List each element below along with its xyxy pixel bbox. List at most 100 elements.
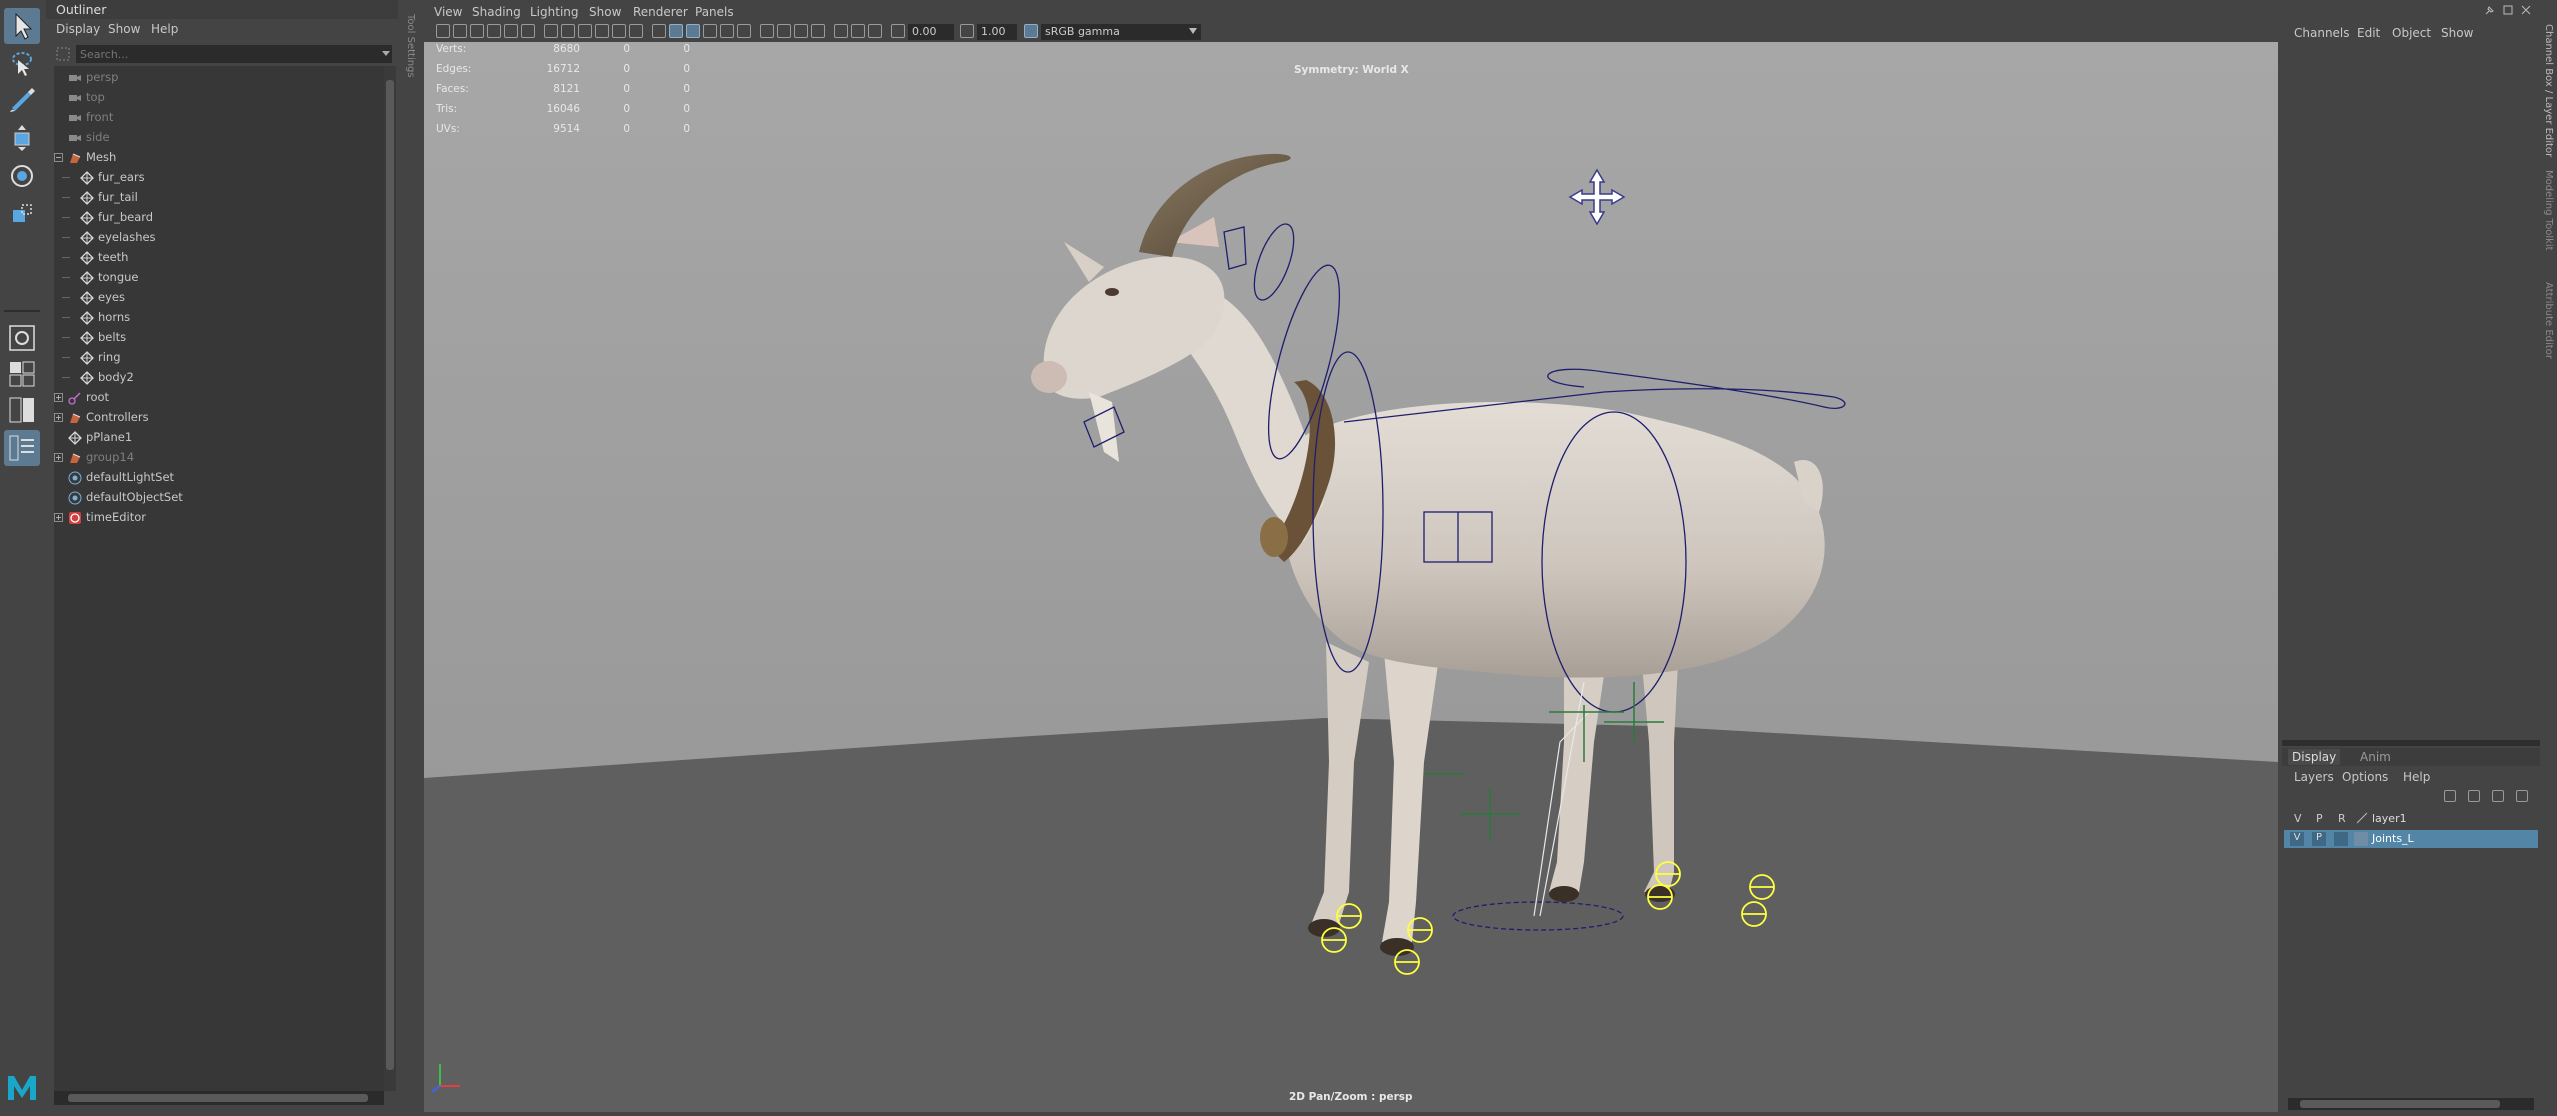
grid-icon[interactable] [544, 24, 558, 38]
expand-plus-icon[interactable] [54, 413, 63, 422]
quick-layout-icon[interactable] [4, 356, 40, 392]
grease-pencil-icon[interactable] [521, 24, 535, 38]
outliner-menu-show[interactable]: Show [108, 22, 140, 36]
expand-plus-icon[interactable] [54, 513, 63, 522]
viewport-menu-shading[interactable]: Shading [472, 5, 521, 19]
outliner-menu-help[interactable]: Help [151, 22, 178, 36]
outliner-item-body2[interactable]: body2 [54, 368, 384, 388]
layer-reference-toggle[interactable] [2334, 832, 2348, 846]
outliner-item-controllers[interactable]: Controllers [54, 408, 384, 428]
select-camera-icon[interactable] [436, 24, 450, 38]
layer-row-selected[interactable]: V P Joints_L [2284, 830, 2538, 848]
outliner-layout-icon[interactable] [4, 430, 40, 466]
select-tool-icon[interactable] [4, 8, 40, 44]
tool-settings-label[interactable]: Tool Settings [405, 14, 416, 78]
collapse-minus-icon[interactable] [54, 153, 63, 162]
tab-anim[interactable]: Anim [2356, 749, 2395, 765]
tool-settings-strip[interactable]: Tool Settings [400, 0, 422, 1116]
outliner-tree[interactable]: persp top front side Mesh fur_ears fur_tail fur… [54, 66, 384, 1091]
viewport-menu-lighting[interactable]: Lighting [530, 5, 579, 19]
depth-of-field-icon[interactable] [811, 24, 825, 38]
xray-icon[interactable] [851, 24, 865, 38]
new-layer-from-selection-icon[interactable] [2516, 790, 2528, 802]
layer-color-swatch[interactable] [2354, 832, 2368, 846]
film-gate-icon[interactable] [561, 24, 575, 38]
outliner-item-timeeditor[interactable]: timeEditor [54, 508, 384, 528]
tab-modeling-toolkit[interactable]: Modeling Toolkit [2543, 170, 2554, 251]
image-plane-icon[interactable] [487, 24, 501, 38]
viewport-menu-view[interactable]: View [434, 5, 462, 19]
channel-menu-show[interactable]: Show [2441, 26, 2473, 40]
outliner-item-fur_tail[interactable]: fur_tail [54, 188, 384, 208]
move-tool-icon[interactable] [4, 120, 40, 156]
layer-menu-options[interactable]: Options [2342, 770, 2388, 784]
outliner-item-fur_ears[interactable]: fur_ears [54, 168, 384, 188]
two-pane-layout-icon[interactable] [4, 392, 40, 428]
outliner-item-side[interactable]: side [54, 128, 384, 148]
layer-name[interactable]: layer1 [2372, 812, 2407, 825]
move-layer-up-icon[interactable] [2444, 790, 2456, 802]
scrollbar-thumb[interactable] [2300, 1100, 2500, 1108]
channel-menu-object[interactable]: Object [2392, 26, 2431, 40]
outliner-item-teeth[interactable]: teeth [54, 248, 384, 268]
outliner-item-persp[interactable]: persp [54, 68, 384, 88]
close-icon[interactable] [2520, 4, 2532, 16]
float-icon[interactable] [2502, 4, 2514, 16]
3d-viewport[interactable]: Verts: 8680 0 0 Edges: 16712 0 0 Faces: 8121 0 0 Tri… [424, 42, 2278, 1112]
wireframe-on-shaded-icon[interactable] [686, 24, 700, 38]
tab-attribute-editor[interactable]: Attribute Editor [2543, 282, 2554, 359]
outliner-item-fur_beard[interactable]: fur_beard [54, 208, 384, 228]
outliner-item-eyes[interactable]: eyes [54, 288, 384, 308]
gamma-field[interactable]: 1.00 [977, 24, 1017, 40]
outliner-horizontal-scrollbar[interactable] [54, 1091, 384, 1105]
layer-visibility-toggle[interactable]: V [2290, 832, 2304, 846]
viewport-menu-renderer[interactable]: Renderer [633, 5, 688, 19]
outliner-menu-display[interactable]: Display [56, 22, 100, 36]
wireframe-icon[interactable] [652, 24, 666, 38]
layer-horizontal-scrollbar[interactable] [2288, 1098, 2534, 1110]
resolution-gate-icon[interactable] [578, 24, 592, 38]
outliner-item-ring[interactable]: ring [54, 348, 384, 368]
channel-box[interactable] [2282, 22, 2540, 740]
viewport-menu-show[interactable]: Show [589, 5, 621, 19]
move-layer-down-icon[interactable] [2468, 790, 2480, 802]
outliner-item-defaultlightset[interactable]: defaultLightSet [54, 468, 384, 488]
outliner-item-defaultobjectset[interactable]: defaultObjectSet [54, 488, 384, 508]
scrollbar-thumb[interactable] [68, 1094, 368, 1102]
outliner-item-tongue[interactable]: tongue [54, 268, 384, 288]
layer-name[interactable]: Joints_L [2372, 832, 2414, 845]
anti-aliasing-icon[interactable] [794, 24, 808, 38]
field-chart-icon[interactable] [612, 24, 626, 38]
outliner-item-root[interactable]: root [54, 388, 384, 408]
paint-select-tool-icon[interactable] [4, 82, 40, 118]
tab-channel-box-layer-editor[interactable]: Channel Box / Layer Editor [2543, 24, 2554, 157]
tab-display[interactable]: Display [2288, 749, 2341, 765]
screen-space-ao-icon[interactable] [760, 24, 774, 38]
use-all-lights-icon[interactable] [720, 24, 734, 38]
smooth-shade-icon[interactable] [669, 24, 683, 38]
outliner-search-input[interactable] [76, 45, 392, 63]
outliner-vertical-scrollbar[interactable] [384, 66, 396, 1091]
xray-joints-icon[interactable] [868, 24, 882, 38]
outliner-item-front[interactable]: front [54, 108, 384, 128]
scrollbar-thumb[interactable] [386, 80, 394, 1070]
rotate-tool-icon[interactable] [4, 158, 40, 194]
2d-pan-zoom-icon[interactable] [504, 24, 518, 38]
isolate-select-icon[interactable] [834, 24, 848, 38]
viewport-menu-panels[interactable]: Panels [695, 5, 734, 19]
search-options-icon[interactable] [54, 45, 72, 63]
scale-tool-icon[interactable] [4, 196, 40, 232]
channel-menu-channels[interactable]: Channels [2294, 26, 2350, 40]
layer-menu-help[interactable]: Help [2403, 770, 2430, 784]
panel-divider[interactable] [2282, 740, 2540, 746]
outliner-item-group14[interactable]: group14 [54, 448, 384, 468]
textured-icon[interactable] [703, 24, 717, 38]
motion-blur-icon[interactable] [777, 24, 791, 38]
outliner-item-pplane1[interactable]: pPlane1 [54, 428, 384, 448]
exposure-field[interactable]: 0.00 [908, 24, 954, 40]
expand-plus-icon[interactable] [54, 453, 63, 462]
layer-menu-layers[interactable]: Layers [2294, 770, 2334, 784]
exposure-icon[interactable] [891, 24, 905, 38]
channel-menu-edit[interactable]: Edit [2357, 26, 2380, 40]
outliner-item-belts[interactable]: belts [54, 328, 384, 348]
